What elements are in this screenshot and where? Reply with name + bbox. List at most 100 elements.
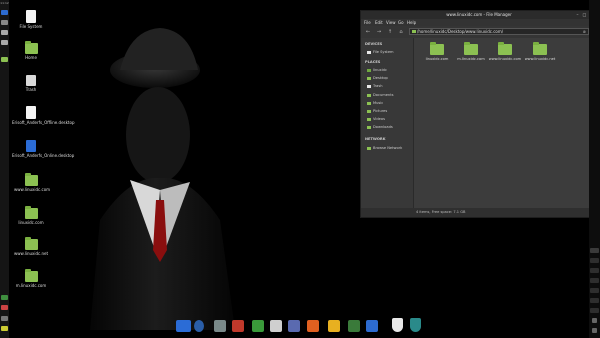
location-path: /home/linuxidc/Desktop/www.linuxidc.com/ [417,29,504,34]
file-item[interactable]: www.linuxidc.com [485,42,525,61]
network-icon[interactable] [1,20,8,25]
folder-icon [533,42,547,55]
shield-icon[interactable] [392,318,403,332]
toolbar: ← → ↑ ⌂ /home/linuxidc/Desktop/www.linux… [361,26,597,38]
menu-file[interactable]: File [364,20,371,25]
wallpaper-figure [90,28,235,330]
volume-icon[interactable] [1,30,8,35]
sidebar: DEVICES File System PLACES linuxidc Desk… [361,38,414,208]
trash-icon [367,84,371,88]
security-icon[interactable] [410,318,421,332]
sidebar-item-documents[interactable]: Documents [367,93,394,98]
workspace-icon[interactable] [1,40,8,45]
desktop-icon-trash[interactable]: Trash [14,75,48,92]
desktop-icon-online-launcher[interactable]: Erisoft_Anderfs_Online.desktop [12,140,74,158]
left-panel: 11:12 [0,0,9,338]
sidebar-item-trash[interactable]: Trash [367,84,383,89]
power-icon[interactable] [1,305,8,310]
desktop-icon-offline-launcher[interactable]: Erisoft_Anderfs_Offline.desktop [12,106,74,125]
desktop-icon-linuxidc-com[interactable]: linuxidc.com [14,206,48,225]
menu-bar: File Edit View Go Help [361,19,597,26]
folder-icon [24,206,38,219]
power-icon[interactable] [592,328,597,333]
home-icon[interactable]: ⌂ [398,29,404,35]
sidebar-item-music[interactable]: Music [367,101,383,106]
terminal-icon[interactable] [1,295,8,300]
workspace-button-4[interactable] [590,278,599,283]
media-icon[interactable] [232,320,244,332]
workspace-button-5[interactable] [590,288,599,293]
menu-icon[interactable] [1,10,8,15]
workspace-button-3[interactable] [590,268,599,273]
sidebar-header-network: NETWORK [365,137,386,141]
status-text: 4 items, Free space: 7.1 GB [416,210,466,214]
panel-clock: 11:12 [0,1,9,5]
settings-icon[interactable] [288,320,300,332]
folder-icon [367,93,371,97]
dock [170,316,430,338]
desktop-icon-www-linuxidc-com[interactable]: www.linuxidc.com [14,173,50,192]
files-icon[interactable] [328,320,340,332]
folder-icon [464,42,478,55]
folder-icon [430,42,444,55]
right-panel [589,0,600,338]
sidebar-item-browse-network[interactable]: Browse Network [367,146,402,151]
office-icon[interactable] [307,320,319,332]
folder-icon [412,30,416,33]
folder-icon [367,101,371,105]
system-icon[interactable] [366,320,378,332]
minimize-button[interactable]: – [575,13,580,17]
menu-edit[interactable]: Edit [375,20,383,25]
settings-icon[interactable] [1,316,8,321]
terminal-icon[interactable] [348,320,360,332]
menu-go[interactable]: Go [398,20,404,25]
sidebar-item-linuxidc[interactable]: linuxidc [367,68,387,73]
home-icon [367,68,371,72]
display-icon[interactable] [176,320,191,332]
sidebar-item-videos[interactable]: Videos [367,117,385,122]
drive-icon [367,50,371,54]
workspace-button-2[interactable] [590,258,599,263]
sidebar-item-desktop[interactable]: Desktop [367,76,388,81]
sidebar-item-downloads[interactable]: Downloads [367,125,393,130]
sidebar-item-pictures[interactable]: Pictures [367,109,387,114]
window-title: www.linuxidc.com - File Manager [361,11,597,19]
clear-icon[interactable]: ⊗ [583,29,586,34]
workspace-button-6[interactable] [590,298,599,303]
location-bar[interactable]: /home/linuxidc/Desktop/www.linuxidc.com/… [409,28,589,35]
notes-icon[interactable] [1,326,8,331]
menu-view[interactable]: View [386,20,396,25]
trash-icon [26,75,36,86]
folder-icon [367,117,371,121]
status-bar: 4 items, Free space: 7.1 GB [361,208,597,217]
desktop-icon-home[interactable]: Home [14,41,48,60]
sidebar-item-filesystem[interactable]: File System [367,50,394,55]
workspace-button-7[interactable] [590,308,599,313]
maximize-button[interactable]: □ [582,13,587,17]
folder-icon [24,41,38,54]
back-icon[interactable]: ← [365,29,371,35]
folder-icon [24,173,38,186]
lock-icon[interactable] [592,318,597,323]
web-icon[interactable] [270,320,282,332]
file-view: linuxidc.com m.linuxidc.com www.linuxidc… [414,38,597,208]
folder-icon [24,237,38,250]
tools-icon[interactable] [252,320,264,332]
desktop-icon-www-linuxidc-net[interactable]: www.linuxidc.net [14,237,48,256]
search-icon[interactable] [194,320,204,332]
document-icon [26,106,36,119]
sidebar-header-devices: DEVICES [365,42,383,46]
app-group-icon[interactable] [214,320,226,332]
folder-icon[interactable] [1,57,8,62]
desktop-icon-filesystem[interactable]: File System [14,10,48,29]
up-icon[interactable]: ↑ [387,29,393,35]
forward-icon[interactable]: → [376,29,382,35]
folder-icon [498,42,512,55]
file-system-icon [26,10,36,23]
file-item[interactable]: www.linuxidc.net [520,42,560,61]
desktop-icon-m-linuxidc-com[interactable]: m.linuxidc.com [14,269,48,288]
menu-help[interactable]: Help [407,20,416,25]
file-manager-window: www.linuxidc.com - File Manager – □ × Fi… [360,10,598,218]
folder-icon [24,269,38,282]
workspace-button-1[interactable] [590,248,599,253]
